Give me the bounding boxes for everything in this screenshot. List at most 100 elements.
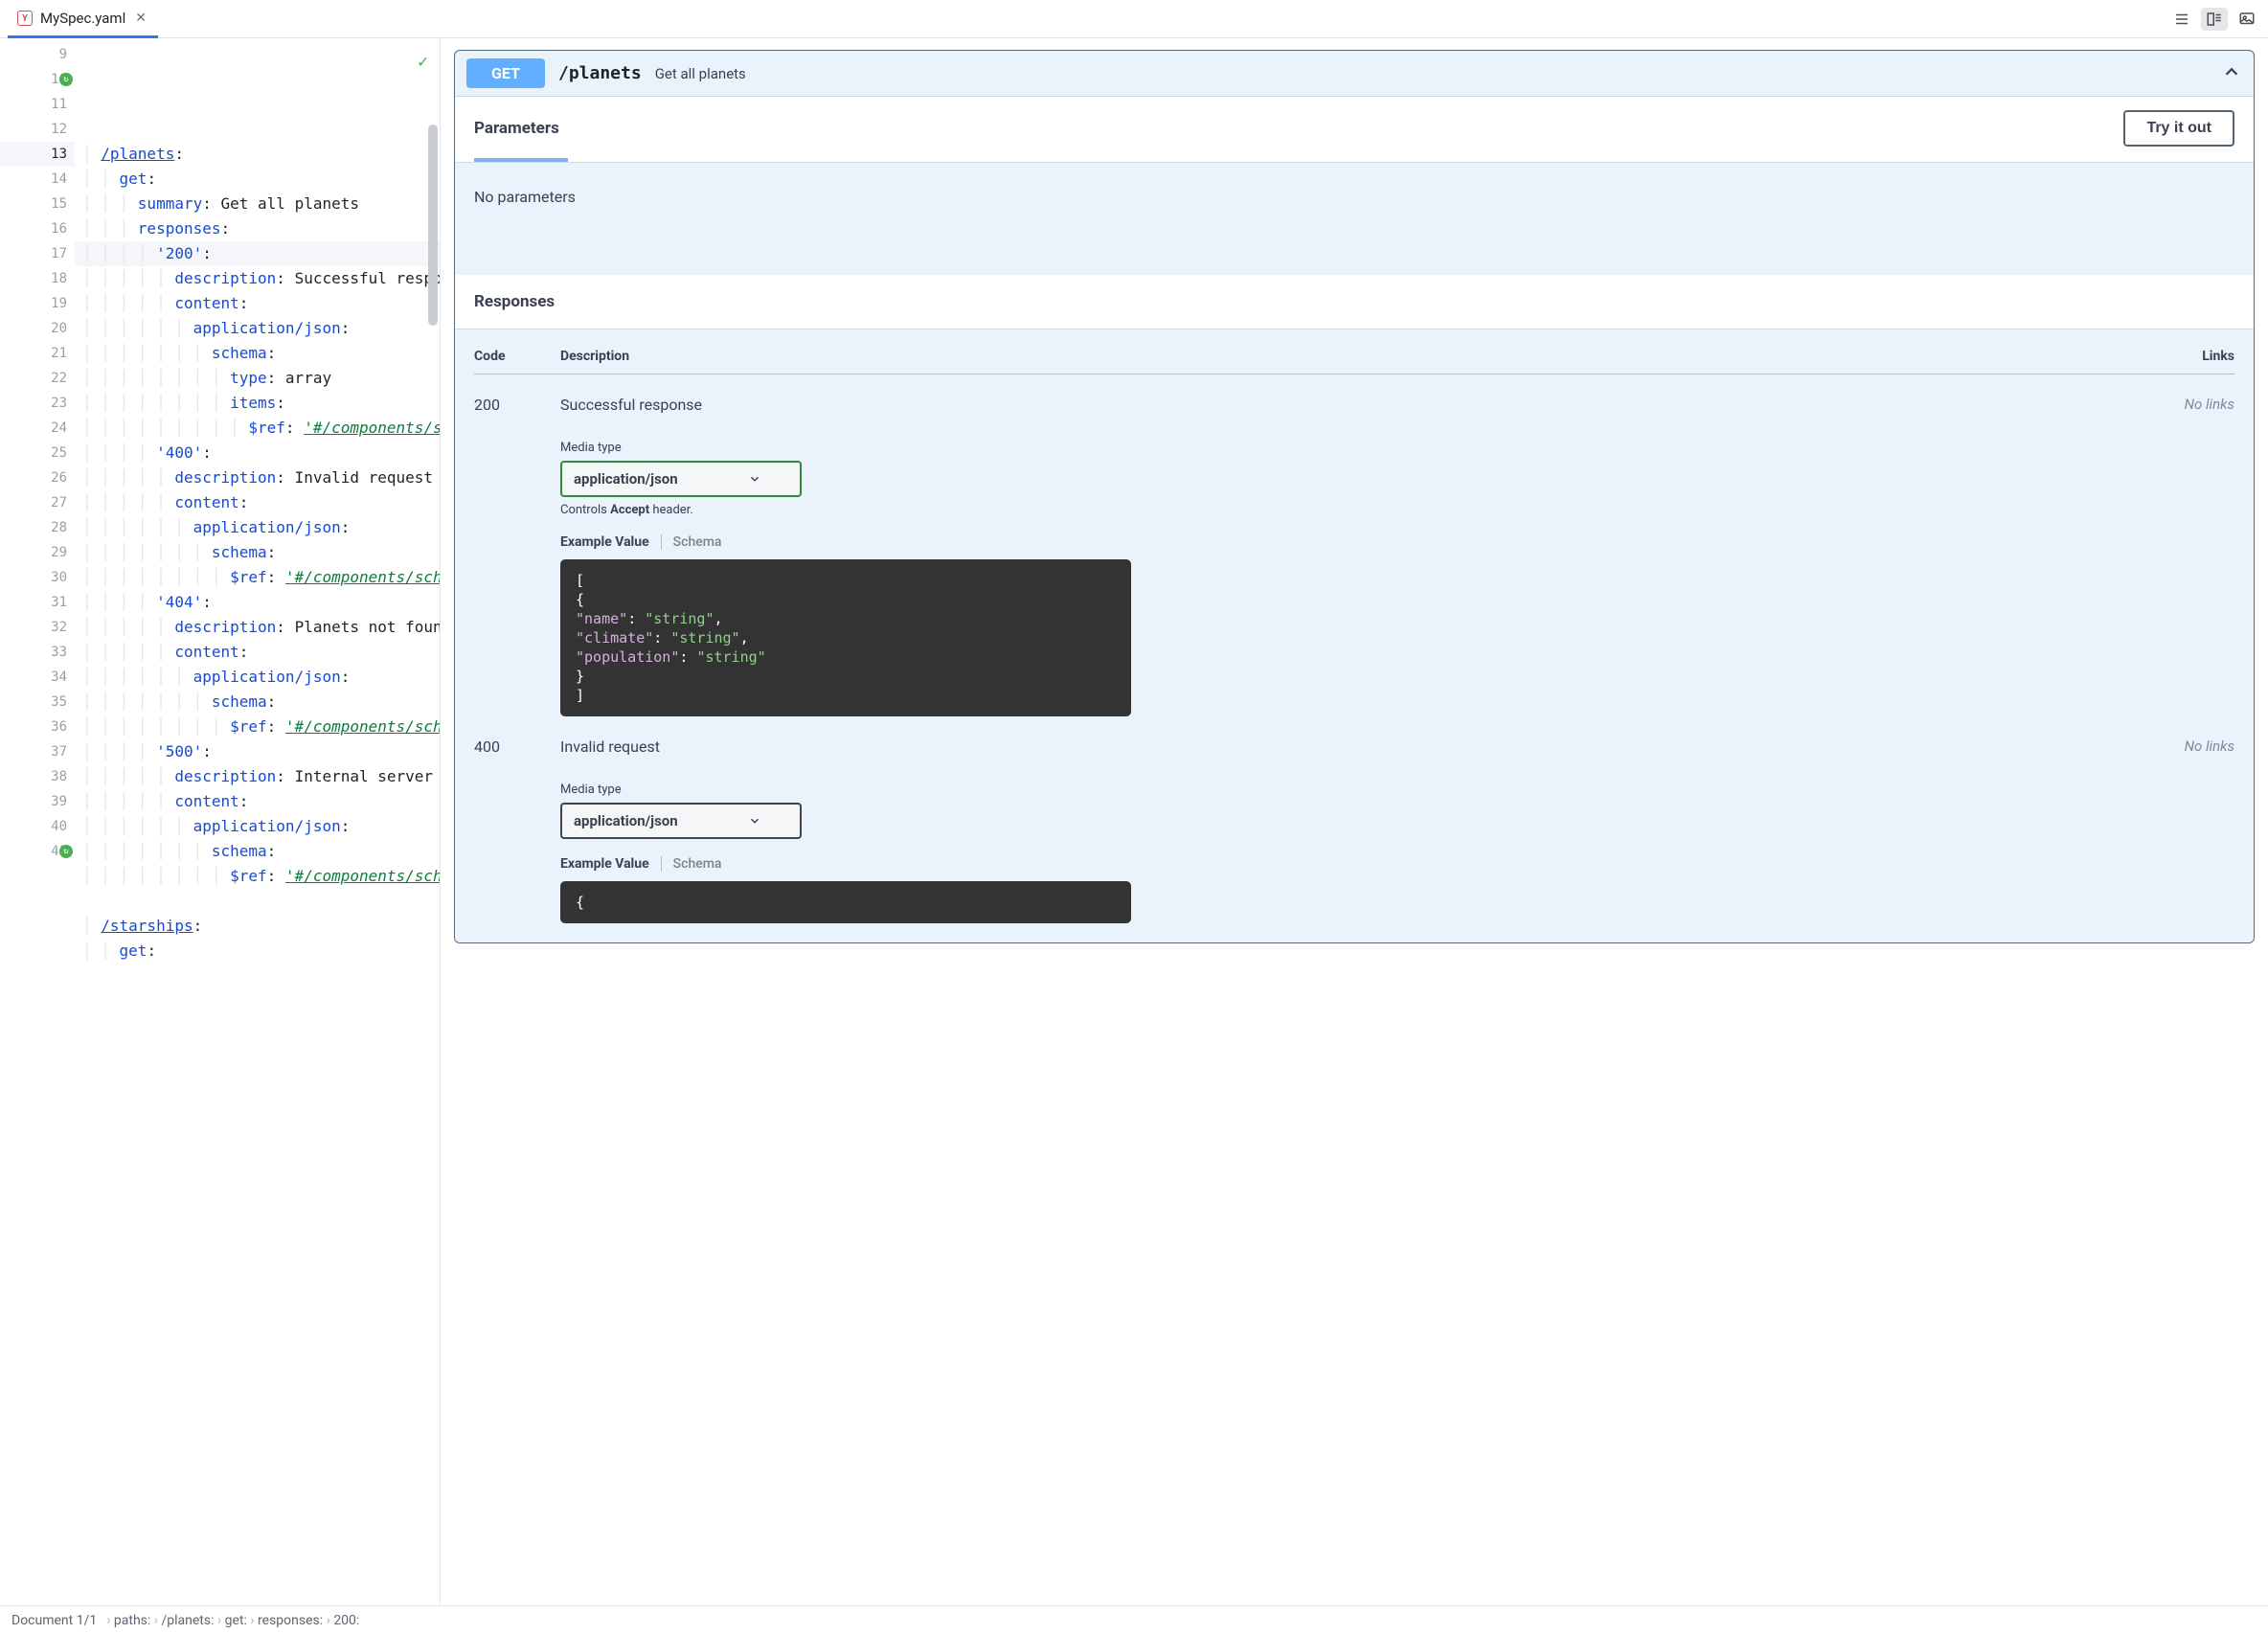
code-area[interactable]: ✓ │ /planets:│ │ get:│ │ │ summary: Get … <box>75 38 440 1605</box>
response-row: 200Successful response Media type applicat… <box>474 374 2234 716</box>
breadcrumb: Document 1/1 › paths: › /planets: › get:… <box>0 1605 2268 1634</box>
line-number: 9 <box>0 42 75 67</box>
line-number: 29 <box>0 540 75 565</box>
list-view-icon[interactable] <box>2168 8 2195 31</box>
breadcrumb-segment[interactable]: 200: <box>333 1613 359 1628</box>
code-line[interactable]: │ │ │ │ │ │ │ schema: <box>75 839 440 864</box>
tab-schema[interactable]: Schema <box>673 856 722 872</box>
code-line[interactable]: │ │ │ │ │ │ application/json: <box>75 316 440 341</box>
example-value-tabs: Example Value Schema <box>560 534 2158 550</box>
try-it-out-button[interactable]: Try it out <box>2123 110 2234 147</box>
response-table-header: Code Description Links <box>474 349 2234 374</box>
breadcrumb-segment[interactable]: /planets: <box>161 1613 214 1628</box>
media-type-label: Media type <box>560 441 2158 455</box>
code-line[interactable] <box>75 889 440 914</box>
code-line[interactable]: │ │ │ responses: <box>75 216 440 241</box>
code-line[interactable]: │ │ │ │ │ content: <box>75 490 440 515</box>
code-line[interactable]: │ │ │ │ '404': <box>75 590 440 615</box>
split-preview-icon[interactable] <box>2201 8 2228 31</box>
line-number: 15 <box>0 192 75 216</box>
breadcrumb-segment[interactable]: get: <box>225 1613 247 1628</box>
line-number: 10↻ <box>0 67 75 92</box>
code-line[interactable]: │ │ │ │ │ │ application/json: <box>75 665 440 690</box>
code-line[interactable]: │ │ │ │ │ description: Planets not found <box>75 615 440 640</box>
line-number: 20 <box>0 316 75 341</box>
preview-icon[interactable] <box>2234 8 2260 31</box>
code-line[interactable]: │ │ │ │ │ │ │ │ $ref: '#/components/sche… <box>75 565 440 590</box>
run-gutter-icon[interactable]: ↻ <box>59 845 73 858</box>
response-description-cell: Successful response Media type application… <box>560 396 2158 716</box>
tab-example-value[interactable]: Example Value <box>560 856 649 872</box>
operation-header[interactable]: GET /planets Get all planets <box>455 51 2254 97</box>
code-line[interactable]: │ │ │ │ │ │ application/json: <box>75 515 440 540</box>
response-links: No links <box>2158 396 2234 716</box>
example-code-block: [ { "name": "string", "climate": "string… <box>560 559 1131 716</box>
code-editor[interactable]: 910↻111213141516171819202122232425262728… <box>0 38 441 1605</box>
tab-bar: Y MySpec.yaml ✕ <box>0 0 2268 38</box>
tab-example-value[interactable]: Example Value <box>560 534 649 550</box>
breadcrumb-segment[interactable]: paths: <box>114 1613 150 1628</box>
response-description-cell: Invalid requestMedia typeapplication/jso… <box>560 738 2158 923</box>
code-line[interactable]: │ │ │ │ │ description: Invalid request <box>75 465 440 490</box>
tab-schema[interactable]: Schema <box>673 534 722 550</box>
code-line[interactable]: │ │ │ │ │ │ │ schema: <box>75 690 440 715</box>
swagger-preview: GET /planets Get all planets Parameters … <box>441 38 2268 1605</box>
code-line[interactable]: │ │ │ │ │ description: Internal server e… <box>75 764 440 789</box>
code-line[interactable]: │ │ │ │ '200': <box>75 241 440 266</box>
example-value-tabs: Example Value Schema <box>560 856 2158 872</box>
chevron-up-icon <box>2221 61 2242 86</box>
code-line[interactable]: │ │ get: <box>75 167 440 192</box>
line-number: 14 <box>0 167 75 192</box>
line-number: 35 <box>0 690 75 715</box>
code-line[interactable]: │ │ │ │ │ │ │ │ $ref: '#/components/sche… <box>75 864 440 889</box>
code-line[interactable]: │ │ │ │ │ │ │ │ items: <box>75 391 440 416</box>
accept-header-note: Controls Accept header. <box>560 503 2158 517</box>
breadcrumb-segment[interactable]: responses: <box>258 1613 323 1628</box>
operation-block: GET /planets Get all planets Parameters … <box>454 50 2255 943</box>
code-line[interactable]: │ │ │ │ │ content: <box>75 789 440 814</box>
line-number: 39 <box>0 789 75 814</box>
line-number: 22 <box>0 366 75 391</box>
line-number: 17 <box>0 241 75 266</box>
line-number: 16 <box>0 216 75 241</box>
response-description: Invalid request <box>560 738 2158 756</box>
response-code: 200 <box>474 396 560 716</box>
media-type-select[interactable]: application/json <box>560 461 802 497</box>
breadcrumb-doc: Document 1/1 <box>11 1613 97 1628</box>
code-line[interactable]: │ │ │ │ │ description: Successful respon… <box>75 266 440 291</box>
code-line[interactable]: │ │ │ │ │ │ │ │ type: array <box>75 366 440 391</box>
code-line[interactable]: │ │ │ │ │ content: <box>75 291 440 316</box>
close-icon[interactable]: ✕ <box>133 9 148 28</box>
code-line[interactable]: │ │ │ │ '500': <box>75 739 440 764</box>
example-code-block: { <box>560 881 1131 923</box>
code-line[interactable]: │ │ │ │ '400': <box>75 441 440 465</box>
code-line[interactable]: │ │ │ │ │ content: <box>75 640 440 665</box>
line-number: 37 <box>0 739 75 764</box>
checkmark-icon: ✓ <box>418 50 428 75</box>
code-line[interactable]: │ │ │ summary: Get all planets <box>75 192 440 216</box>
file-tab[interactable]: Y MySpec.yaml ✕ <box>8 1 158 38</box>
line-number: 41↻ <box>0 839 75 864</box>
chevron-right-icon: › <box>150 1613 161 1628</box>
code-line[interactable]: │ │ │ │ │ │ │ schema: <box>75 341 440 366</box>
response-code: 400 <box>474 738 560 923</box>
code-line[interactable]: │ │ │ │ │ │ │ schema: <box>75 540 440 565</box>
line-number: 23 <box>0 391 75 416</box>
code-line[interactable]: │ /starships: <box>75 914 440 939</box>
code-line[interactable]: │ │ │ │ │ │ │ │ $ref: '#/components/sche… <box>75 715 440 739</box>
run-gutter-icon[interactable]: ↻ <box>59 73 73 86</box>
scrollbar-thumb[interactable] <box>428 125 438 326</box>
media-type-select[interactable]: application/json <box>560 803 802 839</box>
col-desc-label: Description <box>560 349 2158 364</box>
line-number: 13 <box>0 142 75 167</box>
line-number: 21 <box>0 341 75 366</box>
code-line[interactable]: │ │ │ │ │ │ application/json: <box>75 814 440 839</box>
code-line[interactable]: │ │ get: <box>75 939 440 964</box>
line-number: 32 <box>0 615 75 640</box>
code-line[interactable]: │ /planets: <box>75 142 440 167</box>
code-line[interactable]: │ │ │ │ │ │ │ │ │ $ref: '#/components/sc… <box>75 416 440 441</box>
line-number: 28 <box>0 515 75 540</box>
response-description: Successful response <box>560 396 2158 414</box>
line-number: 25 <box>0 441 75 465</box>
chevron-right-icon: › <box>323 1613 333 1628</box>
